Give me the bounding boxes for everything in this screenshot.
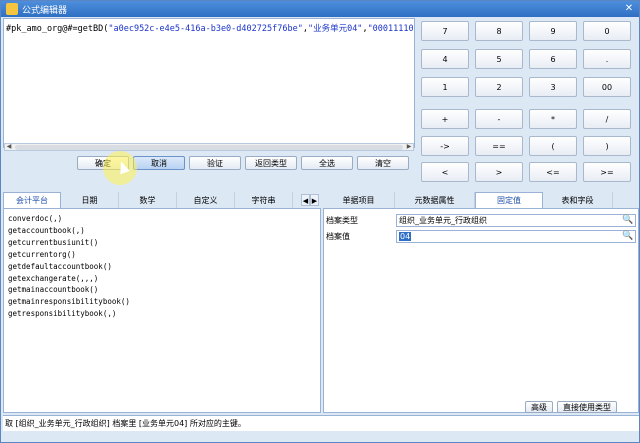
key-3[interactable]: 3 [529,77,577,97]
key-6[interactable]: 6 [529,49,577,69]
archive-type-label: 档案类型 [326,215,358,225]
archive-value-value: 04 [399,231,412,241]
return-type-button[interactable]: 返回类型 [245,156,297,170]
list-item[interactable]: getcurrentorg() [8,249,316,261]
key-equals[interactable]: == [475,136,523,156]
formula-prefix: #pk_amo_org@#=getBD( [6,24,109,34]
tab-date[interactable]: 日期 [61,192,119,208]
archive-value-label: 档案值 [326,231,350,241]
list-item[interactable]: converdoc(,) [8,213,316,225]
direct-use-type-button[interactable]: 直接使用类型 [557,401,617,413]
key-rparen[interactable]: ) [583,136,631,156]
key-8[interactable]: 8 [475,21,523,41]
search-icon[interactable]: 🔍 [622,215,634,226]
formula-arg1: "a0ec952c-e4e5-416a-b3e0-d402725f76be" [108,24,303,34]
search-icon[interactable]: 🔍 [622,231,634,242]
list-item[interactable]: getmainaccountbook() [8,284,316,296]
key-less-equal[interactable]: <= [529,162,577,182]
tab-tables-fields[interactable]: 表和字段 [543,192,613,208]
tab-fixed-value[interactable]: 固定值 [475,192,543,208]
key-7[interactable]: 7 [421,21,469,41]
key-multiply[interactable]: * [529,109,577,129]
function-category-tabs: 会计平台 日期 数学 自定义 字符串 [3,192,313,208]
formula-editor[interactable]: #pk_amo_org@#=getBD("a0ec952c-e4e5-416a-… [3,18,415,148]
key-dot[interactable]: . [583,49,631,69]
scroll-right-icon[interactable]: ▶ [405,143,413,151]
key-4[interactable]: 4 [421,49,469,69]
list-item[interactable]: getexchangerate(,,,) [8,273,316,285]
tab-prev-icon[interactable]: ◀ [301,194,310,206]
key-greater[interactable]: > [475,162,523,182]
tab-scroll-arrows: ◀ ▶ [301,194,319,206]
tab-metadata-attributes[interactable]: 元数据属性 [395,192,475,208]
formula-arg3: "0001111000C [367,24,414,34]
tab-next-icon[interactable]: ▶ [310,194,319,206]
list-item[interactable]: getdefaultaccountbook() [8,261,316,273]
window-title: 公式编辑器 [22,5,68,16]
formula-editor-window: 公式编辑器 ✕ #pk_amo_org@#=getBD("a0ec952c-e4… [0,0,640,443]
fixed-value-panel: 档案类型 组织_业务单元_行政组织 🔍 档案值 04 🔍 [323,208,639,413]
advanced-button[interactable]: 高级 [525,401,553,413]
archive-value-row: 档案值 04 🔍 [324,229,636,243]
list-item[interactable]: getcurrentbusiunit() [8,237,316,249]
tab-accounting-platform[interactable]: 会计平台 [3,192,61,208]
app-icon [6,3,18,15]
verify-button[interactable]: 验证 [189,156,241,170]
key-plus[interactable]: + [421,109,469,129]
archive-type-field[interactable]: 组织_业务单元_行政组织 🔍 [396,213,636,227]
archive-value-field[interactable]: 04 🔍 [396,229,636,243]
key-divide[interactable]: / [583,109,631,129]
list-item[interactable]: getaccountbook(,) [8,225,316,237]
tab-string[interactable]: 字符串 [235,192,293,208]
key-greater-equal[interactable]: >= [583,162,631,182]
tab-math[interactable]: 数学 [119,192,177,208]
key-0[interactable]: 0 [583,21,631,41]
key-minus[interactable]: - [475,109,523,129]
archive-type-value: 组织_业务单元_行政组织 [399,215,487,225]
key-00[interactable]: 00 [583,77,631,97]
cancel-button[interactable]: 取消 [133,156,185,170]
formula-arg2: "业务单元04" [307,24,363,34]
key-9[interactable]: 9 [529,21,577,41]
key-5[interactable]: 5 [475,49,523,69]
key-less[interactable]: < [421,162,469,182]
archive-type-row: 档案类型 组织_业务单元_行政组织 🔍 [324,213,636,227]
formula-text[interactable]: #pk_amo_org@#=getBD("a0ec952c-e4e5-416a-… [6,22,414,34]
select-all-button[interactable]: 全选 [301,156,353,170]
keypad: 7 8 9 0 4 5 6 . 1 2 3 00 + - * / -> == (… [421,21,635,189]
tab-custom[interactable]: 自定义 [177,192,235,208]
close-icon[interactable]: ✕ [622,3,636,15]
title-bar: 公式编辑器 ✕ [1,1,639,17]
key-1[interactable]: 1 [421,77,469,97]
status-bar: 取 [组织_业务单元_行政组织] 档案里 [业务单元04] 所对应的主键。 [3,415,639,431]
editor-horizontal-scrollbar[interactable]: ◀ ▶ [4,143,414,151]
key-2[interactable]: 2 [475,77,523,97]
advanced-buttons: 高级 直接使用类型 [525,401,617,413]
key-arrow[interactable]: -> [421,136,469,156]
scroll-left-icon[interactable]: ◀ [5,143,13,151]
scroll-thumb[interactable] [15,145,403,150]
list-item[interactable]: getresponsibilitybook(,) [8,308,316,320]
list-item[interactable]: getmainresponsibilitybook() [8,296,316,308]
function-list: converdoc(,) getaccountbook(,) getcurren… [3,208,321,413]
value-source-tabs: 单据项目 元数据属性 固定值 表和字段 [323,192,639,208]
clear-button[interactable]: 清空 [357,156,409,170]
key-lparen[interactable]: ( [529,136,577,156]
tab-document-items[interactable]: 单据项目 [323,192,395,208]
